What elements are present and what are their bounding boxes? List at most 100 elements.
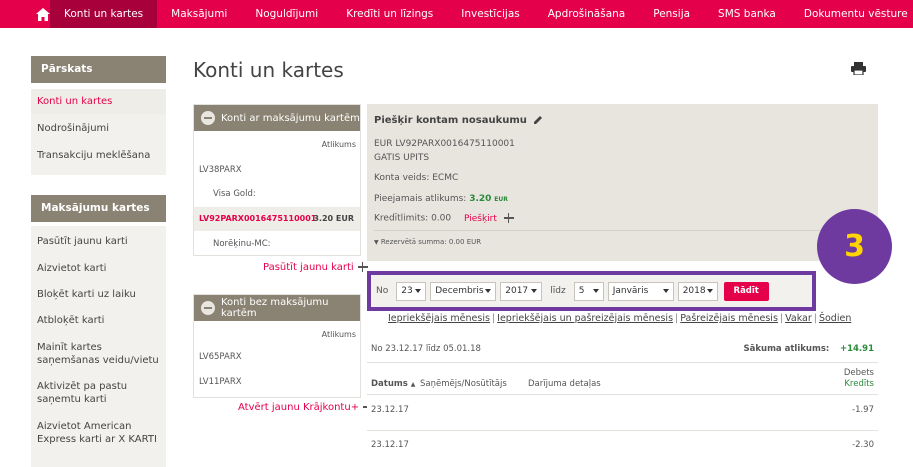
step-badge: 3 [817,209,892,284]
card-row[interactable]: Visa Gold: [194,189,360,199]
balance-header: Atlikums [321,140,356,149]
row-amount: -2.30 [852,440,874,450]
chevron-down-icon [415,289,422,293]
period-today[interactable]: Šodien [819,313,851,324]
sidebar-item-activate-card[interactable]: Aktivizēt pa pastu saņemtu karti [31,380,166,406]
nav-accounts-cards[interactable]: Konti un kartes [50,0,158,28]
show-button[interactable]: Rādīt [723,281,769,301]
until-label: līdz [550,286,566,296]
col-party-header[interactable]: Saņēmējs/Nosūtītājs [420,379,507,389]
nav-payments[interactable]: Maksājumi [157,0,241,28]
account-row[interactable]: LV65PARX [194,352,360,362]
home-icon[interactable] [36,0,50,28]
sidebar-item-replace-amex[interactable]: Aizvietot American Express karti ar X KA… [31,420,166,446]
plus-icon[interactable] [503,213,514,223]
balance-header: Atlikums [321,330,356,339]
collapse-icon[interactable] [201,111,215,125]
start-balance: Sākuma atlikums: +14.91 [744,344,874,354]
grant-limit-link[interactable]: Piešķirt [464,214,497,224]
from-day-select[interactable]: 23 [396,281,427,301]
top-navigation: Konti un kartes Maksājumi Noguldījumi Kr… [0,0,913,28]
accounts-without-cards-header[interactable]: Konti bez maksājumu kartēm [194,295,360,321]
divider [367,430,878,431]
account-name-label: Piešķir kontam nosaukumu [374,115,527,126]
date-range: No 23.12.17 līdz 05.01.18 [371,344,481,354]
collapse-icon[interactable] [201,301,215,315]
credit-limit-label: Kredītlimits: 0.00 [374,213,452,224]
from-year-select[interactable]: 2017 [500,281,543,301]
from-month-value: Decembris [435,286,484,296]
credit-limit: Kredītlimits: 0.00 Piešķirt [374,213,514,224]
accounts-with-cards-title: Konti ar maksājumu kartēm [221,112,360,124]
reserved-amount-label: Rezervētā summa: 0.00 EUR [380,238,482,246]
to-day-select[interactable]: 5 [573,281,604,301]
print-icon[interactable] [851,60,866,79]
from-year-value: 2017 [505,286,529,296]
chevron-down-icon [706,289,713,293]
nav-pension[interactable]: Pensija [639,0,704,28]
period-links: Iepriekšējais mēnesis | Iepriekšējais un p… [388,313,852,324]
available-balance-value: 3.20 [469,194,492,204]
col-date-label: Datums [371,379,408,389]
sidebar-cards-title: Maksājumu kartes [31,195,166,222]
accounts-with-cards-panel: Konti ar maksājumu kartēm Atlikums LV38P… [193,104,361,256]
available-balance-currency: EUR [494,196,508,203]
start-balance-label: Sākuma atlikums: [743,344,830,354]
col-date-header[interactable]: Datums ▲ [371,379,415,389]
col-details-header[interactable]: Darījuma detaļas [528,379,601,389]
order-new-card-label: Pasūtīt jaunu karti [263,262,354,273]
sidebar-item-unblock-card[interactable]: Atbloķēt karti [31,314,166,327]
sidebar-item-collateral[interactable]: Nodrošinājumi [31,122,166,135]
transactions-table: No 23.12.17 līdz 05.01.18 Sākuma atlikum… [367,334,878,467]
selected-account-number: LV92PARX0016475110001 [199,214,317,223]
period-yesterday[interactable]: Vakar [785,313,812,324]
sidebar-item-change-delivery[interactable]: Mainīt kartes saņemšanas veidu/vietu [31,341,166,367]
order-new-card-link[interactable]: Pasūtīt jaunu karti [263,262,368,273]
page-title: Konti un kartes [193,58,344,82]
nav-credits-leasing[interactable]: Kredīti un līzings [332,0,447,28]
sidebar-item-accounts-cards[interactable]: Konti un kartes [31,89,166,114]
row-date: 23.12.17 [371,405,409,415]
from-label: No [376,286,389,296]
divider [367,362,878,363]
selected-account-balance: 3.20 EUR [313,214,354,223]
from-month-select[interactable]: Decembris [430,281,497,301]
start-balance-value: +14.91 [839,344,874,354]
to-month-value: Janvāris [612,286,649,296]
period-current-month[interactable]: Pašreizējais mēnesis [680,313,778,324]
sidebar-item-replace-card[interactable]: Aizvietot karti [31,262,166,275]
card-row[interactable]: Norēķinu-MC: [194,239,360,249]
to-month-select[interactable]: Janvāris [607,281,674,301]
open-savings-link[interactable]: Atvērt jaunu Krājkontu+ [238,402,374,413]
nav-investments[interactable]: Investīcijas [447,0,533,28]
chevron-down-icon [662,289,669,293]
sidebar-item-block-card[interactable]: Bloķēt karti uz laiku [31,288,166,301]
period-previous-current-month[interactable]: Iepriekšējais un pašreizējais mēnesis [497,313,673,324]
row-date: 23.12.17 [371,440,409,450]
sidebar-item-transaction-search[interactable]: Transakciju meklēšana [31,149,166,162]
accounts-with-cards-header[interactable]: Konti ar maksājumu kartēm [194,105,360,131]
nav-deposits[interactable]: Noguldījumi [241,0,332,28]
sidebar-item-order-card[interactable]: Pasūtīt jaunu karti [31,235,166,248]
account-row[interactable]: LV38PARX [194,165,360,175]
to-year-select[interactable]: 2018 [677,281,718,301]
account-detail-panel: Piešķir kontam nosaukumu EUR LV92PARX001… [367,104,878,261]
sort-up-icon: ▲ [410,381,416,388]
nav-insurance[interactable]: Apdrošināšana [534,0,640,28]
account-row-selected[interactable]: LV92PARX0016475110001 3.20 EUR [194,207,360,231]
chevron-down-icon [531,289,538,293]
open-savings-label: Atvērt jaunu Krājkontu+ [238,402,360,413]
available-balance-label: Pieejamais atlikums: [374,194,467,204]
accounts-without-cards-title: Konti bez maksājumu kartēm [221,297,329,319]
period-previous-month[interactable]: Iepriekšējais mēnesis [388,313,490,324]
account-number: EUR LV92PARX0016475110001 [374,139,515,149]
account-type: Konta veids: ECMC [374,173,459,183]
account-name-link[interactable]: Piešķir kontam nosaukumu [374,115,543,126]
nav-sms-bank[interactable]: SMS banka [704,0,790,28]
account-row[interactable]: LV11PARX [194,377,360,387]
nav-document-history[interactable]: Dokumentu vēsture [790,0,913,28]
divider [374,230,871,231]
pencil-icon[interactable] [533,115,543,125]
reserved-amount[interactable]: ▼ Rezervētā summa: 0.00 EUR [374,238,481,246]
chevron-down-icon [592,289,599,293]
